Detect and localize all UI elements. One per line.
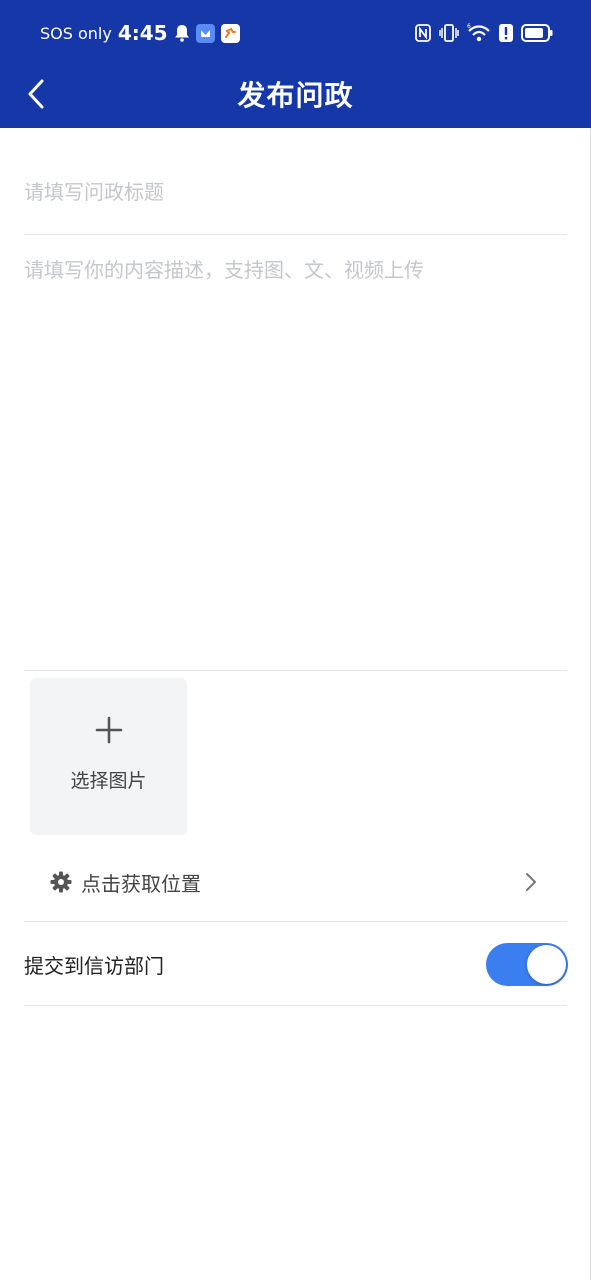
notification-bell-icon [174,24,190,42]
chevron-right-icon [525,872,537,896]
page-title: 发布问政 [237,79,354,112]
submit-divider [24,1005,567,1006]
location-label: 点击获取位置 [81,872,201,896]
vibrate-icon [439,24,459,42]
status-bar: SOS only 4:45 6 [0,0,591,66]
gear-icon [50,871,72,897]
clock: 4:45 [117,21,168,45]
toggle-knob [527,945,566,984]
app-notification-icon [195,23,215,43]
description-input[interactable] [24,254,567,654]
title-divider [24,234,567,235]
image-picker-button[interactable]: 选择图片 [30,678,187,835]
nfc-icon [415,24,431,42]
running-app-icon [220,23,240,43]
location-divider [24,921,567,922]
status-right: 6 [415,20,553,46]
nav-bar: 发布问政 [0,66,591,122]
network-status: SOS only [40,23,112,43]
submit-to-department-label: 提交到信访部门 [24,954,164,978]
app-header: SOS only 4:45 6 发布问政 [0,0,591,128]
submit-to-department-toggle[interactable] [486,943,568,986]
plus-icon [30,716,187,744]
title-input[interactable] [24,156,567,228]
status-left: SOS only 4:45 [40,20,240,46]
description-divider [24,670,567,671]
svg-text:6: 6 [467,23,471,30]
wifi-icon: 6 [467,23,491,43]
image-picker-label: 选择图片 [70,770,147,792]
alert-icon [499,24,513,42]
battery-icon [521,24,553,42]
location-row[interactable]: 点击获取位置 [24,856,567,908]
